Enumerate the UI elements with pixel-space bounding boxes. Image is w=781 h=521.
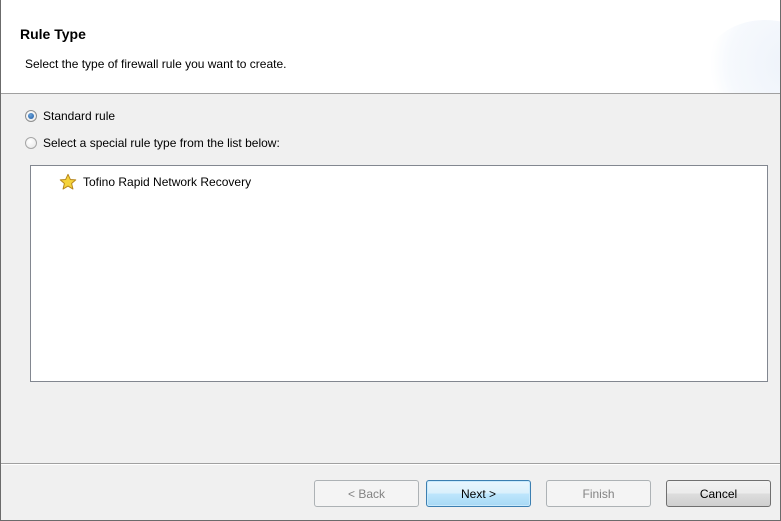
header-decoration xyxy=(700,20,780,93)
special-rule-label: Select a special rule type from the list… xyxy=(43,136,280,150)
next-button[interactable]: Next > xyxy=(426,480,531,507)
cancel-button[interactable]: Cancel xyxy=(666,480,771,507)
star-icon xyxy=(59,173,77,190)
page-title: Rule Type xyxy=(20,26,86,42)
page-description: Select the type of firewall rule you wan… xyxy=(25,57,287,71)
wizard-header: Rule Type Select the type of firewall ru… xyxy=(1,0,780,94)
standard-rule-radio[interactable]: Standard rule xyxy=(25,109,115,123)
finish-button[interactable]: Finish xyxy=(546,480,651,507)
standard-rule-label: Standard rule xyxy=(43,109,116,123)
rule-type-wizard: Rule Type Select the type of firewall ru… xyxy=(0,0,781,521)
back-button[interactable]: < Back xyxy=(314,480,419,507)
list-item-label: Tofino Rapid Network Recovery xyxy=(83,175,252,189)
radio-unselected-icon[interactable] xyxy=(25,137,37,149)
footer-divider xyxy=(1,463,780,465)
special-rule-list[interactable]: Tofino Rapid Network Recovery xyxy=(30,165,768,382)
radio-selected-icon[interactable] xyxy=(25,110,37,122)
special-rule-radio[interactable]: Select a special rule type from the list… xyxy=(25,136,280,150)
list-item[interactable]: Tofino Rapid Network Recovery xyxy=(59,173,251,191)
